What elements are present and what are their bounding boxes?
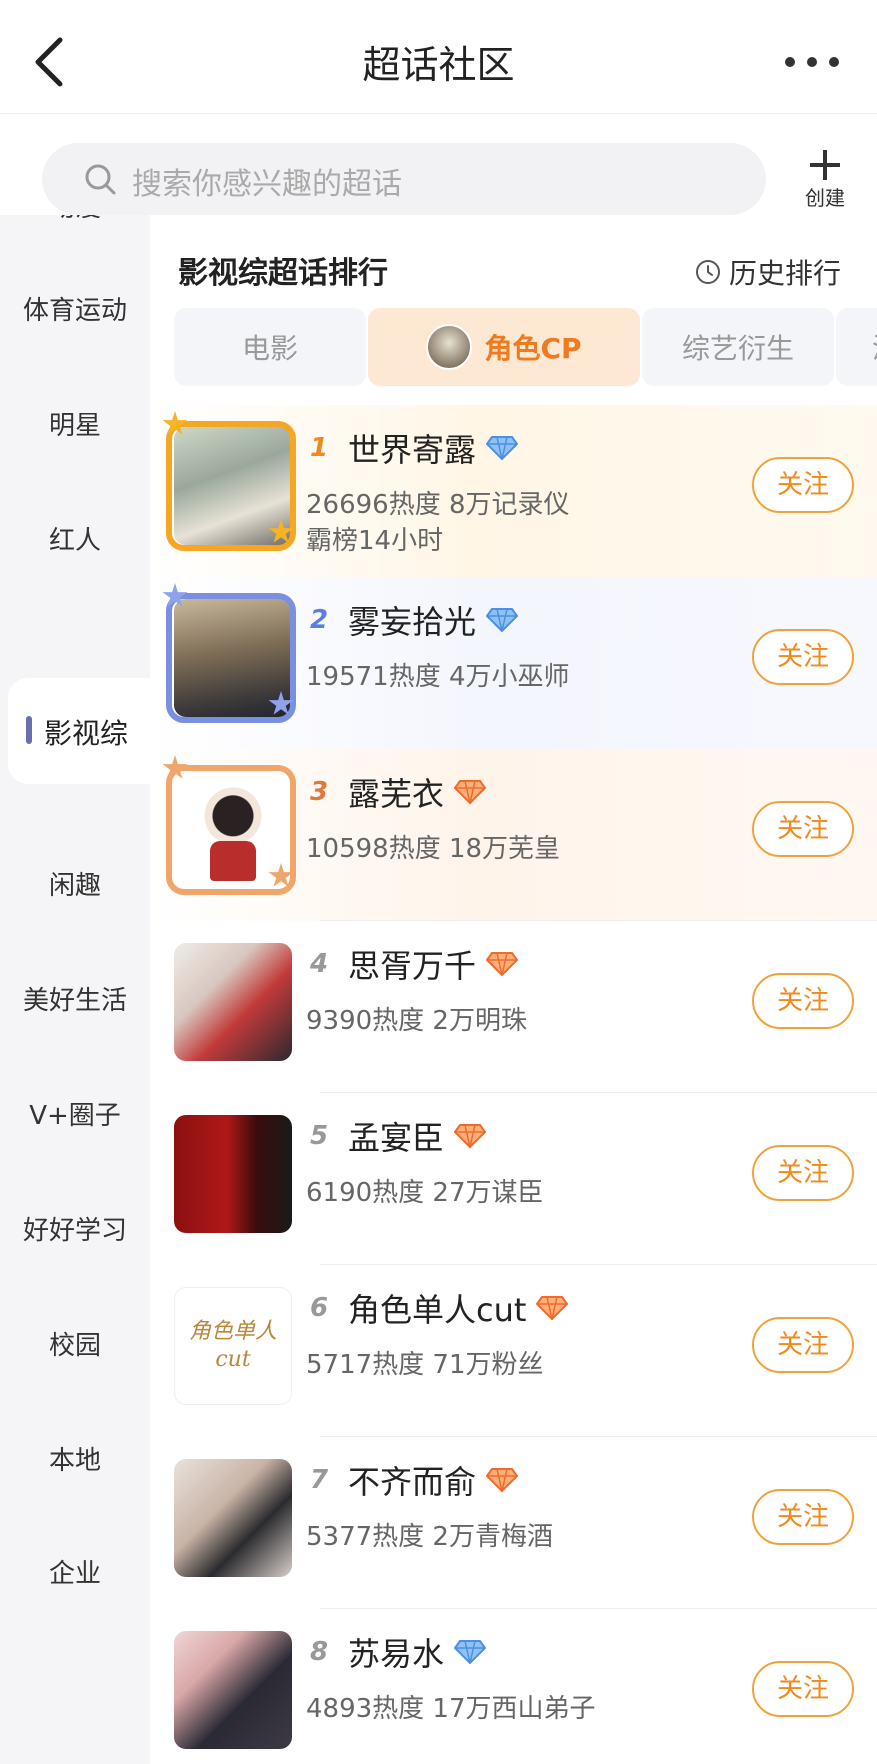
topic-thumbnail (174, 943, 292, 1061)
sidebar-item-label: 影视综 (44, 717, 129, 750)
topic-name: 世界寄露 (348, 425, 519, 471)
follow-button[interactable]: 关注 (752, 973, 854, 1029)
blue-diamond-icon (486, 608, 519, 633)
topic-stats: 6190热度 27万谋臣 (306, 1178, 544, 1208)
topic-thumbnail (174, 1459, 292, 1577)
topic-name: 雾妄拾光 (348, 597, 519, 643)
tab-avatar (426, 324, 473, 370)
topic-name: 不齐而俞 (348, 1457, 519, 1503)
orange-diamond-icon (454, 780, 487, 805)
topic-stats: 9390热度 2万明珠 (306, 1006, 527, 1036)
tab-label: 演 (872, 327, 877, 367)
create-label: 创建 (805, 186, 845, 210)
sidebar-item-film-tv[interactable]: 影视综 (8, 678, 168, 784)
clock-icon (696, 260, 720, 284)
list-item[interactable]: 1 世界寄露 26696热度 8万记录仪 霸榜14小时 关注 (150, 405, 877, 577)
topic-name: 思胥万千 (348, 941, 519, 987)
topic-thumbnail: 角色单人cut (174, 1287, 292, 1405)
topic-name: 露芜衣 (348, 769, 487, 815)
topic-thumbnail (174, 1115, 292, 1233)
sidebar-item-life[interactable]: 美好生活 (0, 980, 150, 1017)
history-label: 历史排行 (729, 257, 842, 290)
orange-diamond-icon (486, 1468, 519, 1493)
topic-stats: 26696热度 8万记录仪 霸榜14小时 (306, 490, 570, 556)
blue-diamond-icon (454, 1640, 487, 1665)
tab-actors[interactable]: 演 (836, 308, 877, 386)
orange-diamond-icon (536, 1296, 569, 1321)
list-item[interactable]: 8 苏易水 4893热度 17万西山弟子 关注 (150, 1609, 877, 1764)
rank-number: 3 (309, 777, 329, 807)
active-indicator (26, 716, 32, 744)
ranking-list: 1 世界寄露 26696热度 8万记录仪 霸榜14小时 关注 2 雾妄拾光 195… (150, 405, 877, 1764)
rank-number: 5 (309, 1121, 329, 1151)
tab-role-cp[interactable]: 角色CP (368, 308, 640, 386)
tab-variety[interactable]: 综艺衍生 (642, 308, 834, 386)
list-item[interactable]: 角色单人cut 6 角色单人cut 5717热度 71万粉丝 关注 (150, 1265, 877, 1437)
sidebar-item-enterprise[interactable]: 企业 (0, 1553, 150, 1590)
list-item[interactable]: 5 孟宴臣 6190热度 27万谋臣 关注 (150, 1093, 877, 1265)
more-options-icon[interactable] (785, 52, 839, 72)
sidebar-item-stars[interactable]: 明星 (0, 405, 150, 442)
category-sidebar: 动漫 体育运动 明星 红人 读书 闲趣 美好生活 V+圈子 好好学习 校园 本地… (0, 215, 150, 1764)
plus-icon (810, 150, 840, 180)
orange-diamond-icon (486, 952, 519, 977)
rank-number: 6 (309, 1293, 329, 1323)
follow-button[interactable]: 关注 (752, 1145, 854, 1201)
topic-stats: 10598热度 18万芜皇 (306, 834, 561, 864)
create-button[interactable]: 创建 (798, 146, 852, 214)
sidebar-item-sports[interactable]: 体育运动 (0, 290, 150, 327)
thumbnail-text: 角色单人cut (188, 1319, 277, 1372)
list-item[interactable]: 2 雾妄拾光 19571热度 4万小巫师 关注 (150, 577, 877, 749)
header: 超话社区 (0, 0, 877, 114)
sidebar-item-campus[interactable]: 校园 (0, 1325, 150, 1362)
topic-stats: 19571热度 4万小巫师 (306, 662, 570, 692)
follow-button[interactable]: 关注 (752, 1661, 854, 1717)
follow-button[interactable]: 关注 (752, 1489, 854, 1545)
follow-button[interactable]: 关注 (752, 801, 854, 857)
topic-name: 孟宴臣 (348, 1113, 487, 1159)
topic-stats: 5717热度 71万粉丝 (306, 1350, 544, 1380)
list-item[interactable]: 7 不齐而俞 5377热度 2万青梅酒 关注 (150, 1437, 877, 1609)
follow-button[interactable]: 关注 (752, 629, 854, 685)
search-input[interactable]: 搜索你感兴趣的超话 (42, 143, 766, 215)
history-ranking-link[interactable]: 历史排行 (695, 252, 841, 292)
rank-number: 1 (309, 433, 329, 463)
search-icon (85, 164, 116, 195)
search-placeholder: 搜索你感兴趣的超话 (132, 167, 402, 202)
topic-stats: 5377热度 2万青梅酒 (306, 1522, 553, 1552)
list-item[interactable]: 3 露芜衣 10598热度 18万芜皇 关注 (150, 749, 877, 921)
tab-bar: 电影 角色CP 综艺衍生 演 (174, 308, 877, 388)
sidebar-item-vplus[interactable]: V+圈子 (0, 1095, 150, 1132)
tab-movie[interactable]: 电影 (174, 308, 366, 386)
rank-number: 2 (309, 605, 329, 635)
topic-name: 苏易水 (348, 1629, 487, 1675)
section-title: 影视综超话排行 (178, 256, 388, 291)
rank-number: 7 (309, 1465, 329, 1495)
tab-label: 电影 (241, 332, 298, 365)
blue-diamond-icon (486, 436, 519, 461)
sidebar-item-study[interactable]: 好好学习 (0, 1210, 150, 1247)
page-title: 超话社区 (362, 43, 515, 87)
follow-button[interactable]: 关注 (752, 457, 854, 513)
rank-number: 8 (309, 1637, 329, 1667)
follow-button[interactable]: 关注 (752, 1317, 854, 1373)
topic-name: 角色单人cut (348, 1285, 569, 1331)
list-item[interactable]: 4 思胥万千 9390热度 2万明珠 关注 (150, 921, 877, 1093)
tab-label: 综艺衍生 (681, 332, 794, 365)
sidebar-item-influencers[interactable]: 红人 (0, 520, 150, 557)
tab-label: 角色CP (484, 332, 582, 365)
topic-stats: 4893热度 17万西山弟子 (306, 1694, 596, 1724)
sidebar-item-anime[interactable]: 动漫 (0, 215, 150, 224)
orange-diamond-icon (454, 1124, 487, 1149)
topic-thumbnail (174, 1631, 292, 1749)
rank-number: 4 (309, 949, 329, 979)
sidebar-item-leisure[interactable]: 闲趣 (0, 865, 150, 902)
sidebar-item-local[interactable]: 本地 (0, 1440, 150, 1477)
